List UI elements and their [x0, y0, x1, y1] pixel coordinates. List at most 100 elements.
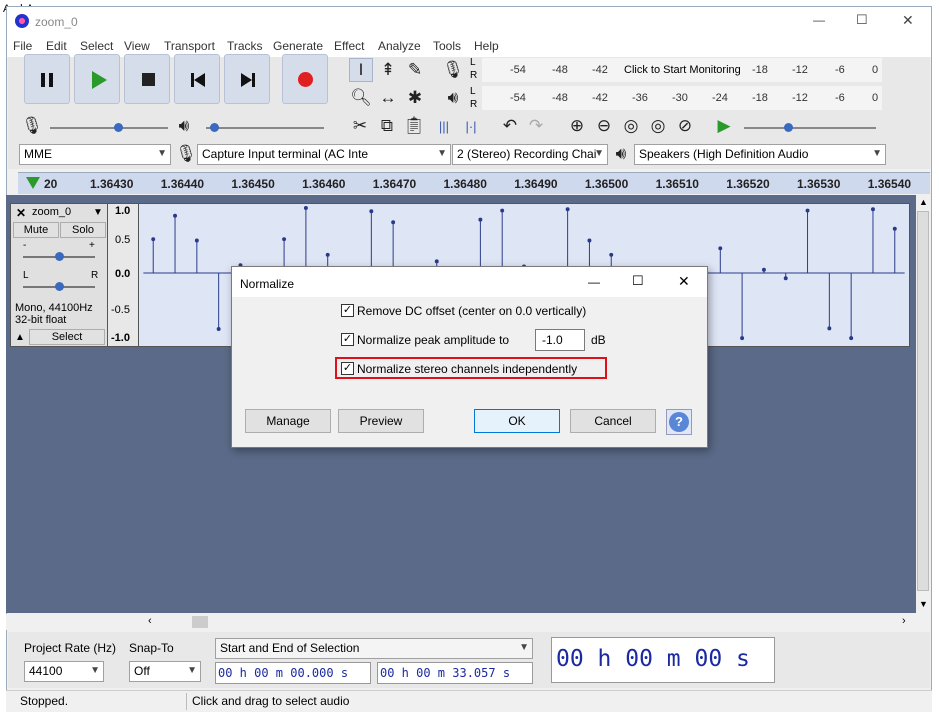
ok-button[interactable]: OK	[474, 409, 560, 433]
scroll-thumb[interactable]	[917, 211, 929, 591]
zoom-toggle-icon[interactable]: ⊘	[673, 114, 697, 138]
play-volume-slider[interactable]	[206, 123, 324, 132]
sample-point[interactable]	[609, 252, 614, 257]
audio-host-select[interactable]: MME ▼	[19, 144, 171, 165]
sample-point[interactable]	[478, 217, 483, 222]
solo-button[interactable]: Solo	[60, 222, 106, 238]
cut-icon[interactable]: ✂	[348, 114, 372, 138]
pan-slider[interactable]	[23, 282, 95, 291]
scroll-right-icon[interactable]: ›	[902, 615, 906, 627]
project-rate-select[interactable]: 44100 ▼	[24, 661, 104, 682]
play-speed-thumb[interactable]	[784, 123, 793, 132]
peak-amplitude-input[interactable]: -1.0	[535, 329, 585, 351]
track-select-button[interactable]: Select	[29, 329, 105, 345]
track-close-icon[interactable]: ✕	[16, 206, 26, 220]
snap-to-select[interactable]: Off ▼	[129, 661, 201, 682]
preview-button[interactable]: Preview	[338, 409, 424, 433]
sample-point[interactable]	[718, 246, 723, 251]
scroll-up-icon[interactable]: ▲	[919, 197, 928, 207]
trim-icon[interactable]: |||	[432, 114, 456, 138]
cancel-button[interactable]: Cancel	[570, 409, 656, 433]
menu-tracks[interactable]: Tracks	[227, 39, 263, 53]
sample-point[interactable]	[194, 238, 199, 243]
track-menu-arrow-icon[interactable]: ▼	[93, 207, 103, 218]
play-meter-speaker-icon[interactable]: 🔊︎	[441, 86, 465, 110]
menu-view[interactable]: View	[124, 39, 150, 53]
help-button[interactable]: ?	[666, 409, 692, 435]
timeline-ruler[interactable]: 20 1.36430 1.36440 1.36450 1.36460 1.36470 1.3…	[18, 172, 930, 194]
play-speed-slider[interactable]	[744, 123, 876, 132]
sample-point[interactable]	[740, 336, 745, 341]
record-volume-slider[interactable]	[50, 123, 168, 132]
sample-point[interactable]	[216, 327, 221, 331]
gain-slider[interactable]	[23, 252, 95, 261]
menu-help[interactable]: Help	[474, 39, 499, 53]
record-volume-thumb[interactable]	[114, 123, 123, 132]
input-device-select[interactable]: Capture Input terminal (AC Inte ▼	[197, 144, 451, 165]
play-button[interactable]	[74, 54, 120, 104]
silence-icon[interactable]: |·|	[459, 114, 483, 138]
scroll-left-icon[interactable]: ‹	[148, 615, 152, 627]
mute-button[interactable]: Mute	[13, 222, 59, 238]
draw-tool-icon[interactable]: ✎	[403, 58, 427, 82]
menu-generate[interactable]: Generate	[273, 39, 323, 53]
sample-point[interactable]	[827, 326, 832, 331]
menu-select[interactable]: Select	[80, 39, 113, 53]
sample-point[interactable]	[391, 220, 396, 225]
paste-icon[interactable]: 📋︎	[402, 114, 426, 138]
dialog-maximize-button[interactable]: ☐	[632, 273, 644, 289]
stop-button[interactable]	[124, 54, 170, 104]
skip-start-button[interactable]	[174, 54, 220, 104]
play-at-speed-icon[interactable]: ▶	[712, 114, 736, 138]
record-meter[interactable]: -54 -48 -42 Click to Start Monitoring -1…	[482, 58, 882, 82]
menu-edit[interactable]: Edit	[46, 39, 67, 53]
sample-point[interactable]	[761, 267, 766, 272]
sample-point[interactable]	[805, 208, 810, 213]
sample-point[interactable]	[500, 208, 505, 213]
normalize-peak-checkbox[interactable]: ✓	[341, 333, 354, 346]
multi-tool-icon[interactable]: ✱	[403, 86, 427, 110]
selection-start-time[interactable]: 00 h 00 m 00.000 s	[215, 662, 371, 684]
manage-button[interactable]: Manage	[245, 409, 331, 433]
selection-tool-icon[interactable]: I	[349, 58, 373, 82]
sample-point[interactable]	[369, 209, 374, 214]
maximize-button[interactable]: ☐	[856, 12, 868, 28]
sample-point[interactable]	[565, 207, 570, 212]
pan-thumb[interactable]	[55, 282, 64, 291]
play-volume-thumb[interactable]	[210, 123, 219, 132]
vertical-scrollbar[interactable]: ▲ ▼	[916, 195, 930, 613]
start-monitoring-label[interactable]: Click to Start Monitoring	[624, 64, 741, 76]
sample-point[interactable]	[303, 205, 308, 210]
menu-tools[interactable]: Tools	[433, 39, 461, 53]
sample-point[interactable]	[434, 259, 439, 264]
sample-point[interactable]	[282, 237, 287, 242]
zoom-in-icon[interactable]: ⊕	[565, 114, 589, 138]
sample-point[interactable]	[151, 237, 156, 242]
selection-end-time[interactable]: 00 h 00 m 33.057 s	[377, 662, 533, 684]
envelope-tool-icon[interactable]: ⇞	[376, 58, 400, 82]
collapse-track-icon[interactable]: ▲	[15, 332, 25, 343]
fit-selection-icon[interactable]: ◎	[619, 114, 643, 138]
record-button[interactable]	[282, 54, 328, 104]
play-meter[interactable]: -54 -48 -42 -36 -30 -24 -18 -12 -6 0	[482, 86, 882, 110]
undo-icon[interactable]: ↶	[498, 114, 522, 138]
horizontal-scrollbar[interactable]: ‹ ›	[6, 614, 916, 630]
minimize-button[interactable]: —	[813, 13, 825, 27]
selection-mode-select[interactable]: Start and End of Selection ▼	[215, 638, 533, 659]
timeshift-tool-icon[interactable]: ↔	[376, 86, 400, 110]
record-meter-mic-icon[interactable]: 🎙︎	[441, 58, 465, 82]
sample-point[interactable]	[892, 226, 897, 231]
h-scroll-thumb[interactable]	[192, 616, 208, 628]
dialog-minimize-button[interactable]: —	[588, 275, 600, 289]
zoom-out-icon[interactable]: ⊖	[592, 114, 616, 138]
menu-analyze[interactable]: Analyze	[378, 39, 421, 53]
skip-end-button[interactable]	[224, 54, 270, 104]
pause-button[interactable]	[24, 54, 70, 104]
sample-point[interactable]	[587, 238, 592, 243]
dialog-close-button[interactable]: ✕	[678, 273, 690, 290]
track-name[interactable]: zoom_0	[32, 206, 71, 218]
fit-project-icon[interactable]: ◎	[646, 114, 670, 138]
redo-icon[interactable]: ↷	[524, 114, 548, 138]
audio-position[interactable]: 00 h 00 m 00 s	[551, 637, 775, 683]
copy-icon[interactable]: ⧉	[375, 114, 399, 138]
